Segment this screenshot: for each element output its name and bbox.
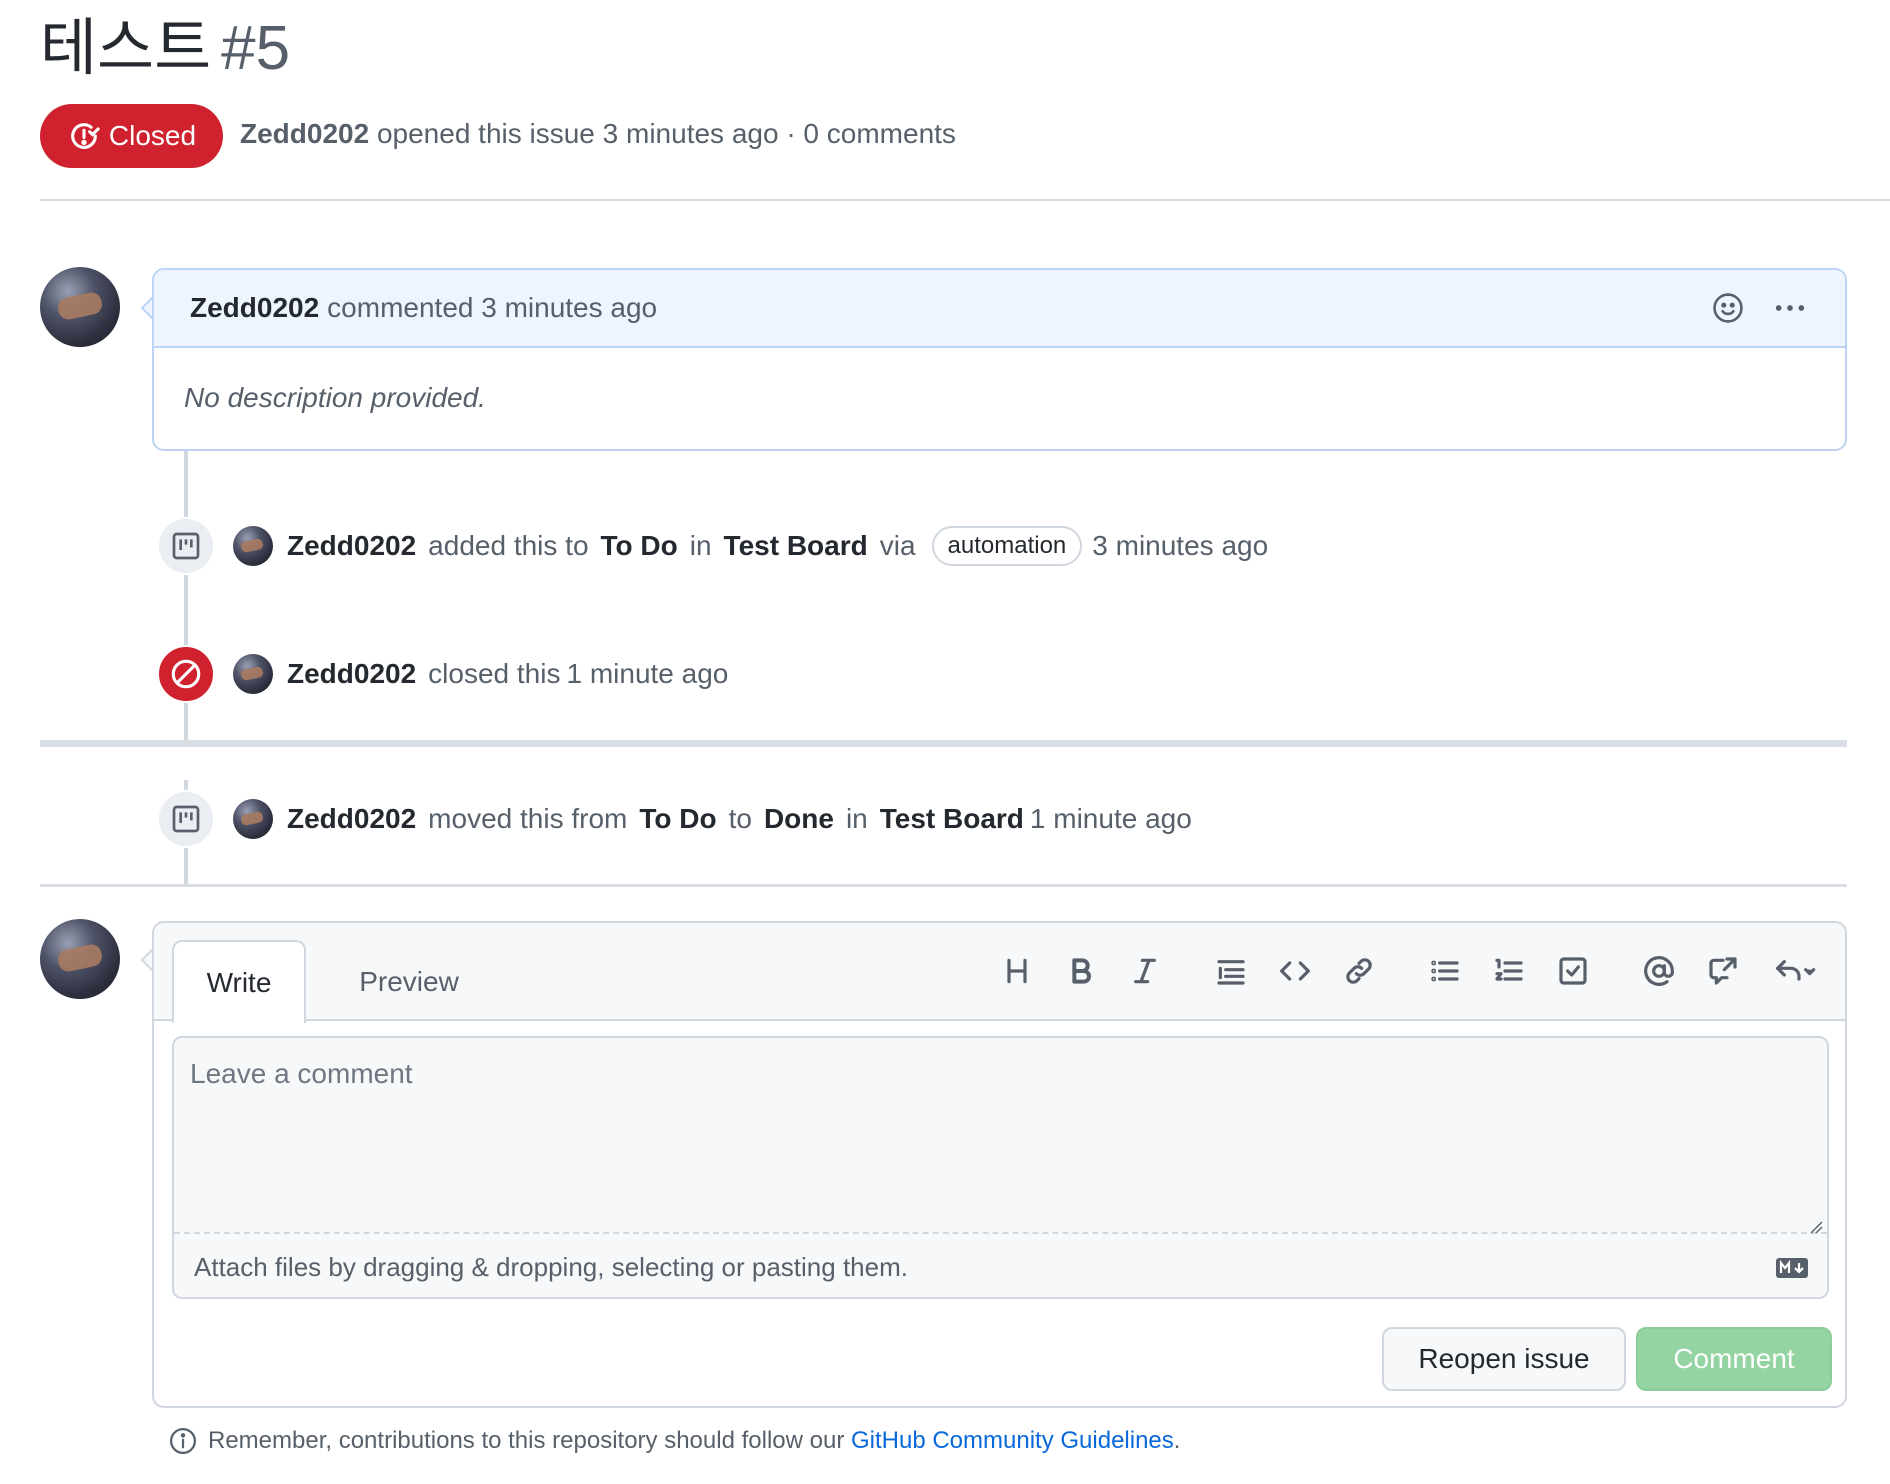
guidelines-prefix: Remember, contributions to this reposito… [208, 1427, 845, 1454]
code-icon[interactable] [1275, 951, 1315, 991]
column-link[interactable]: To Do [601, 530, 678, 562]
column-link[interactable]: Done [764, 803, 834, 835]
header-divider [40, 199, 1890, 201]
cross-reference-icon[interactable] [1703, 951, 1743, 991]
task-list-icon[interactable] [1553, 951, 1593, 991]
avatar[interactable] [40, 919, 120, 999]
event-time[interactable]: 3 minutes ago [1092, 530, 1268, 562]
avatar[interactable] [233, 799, 273, 839]
automation-badge: automation [931, 526, 1083, 566]
unordered-list-icon[interactable] [1425, 951, 1465, 991]
ordered-list-icon[interactable] [1489, 951, 1529, 991]
event-text: closed this [428, 658, 561, 689]
issue-author-link[interactable]: Zedd0202 [240, 118, 369, 149]
heading-icon[interactable] [997, 951, 1037, 991]
comment-header: Zedd0202 commented 3 minutes ago [154, 270, 1845, 348]
kebab-menu-icon[interactable] [1771, 291, 1809, 325]
comment-submit-button[interactable]: Comment [1636, 1327, 1832, 1391]
issue-title-text: 테스트 [40, 11, 212, 84]
comment-action-text: commented 3 minutes ago [327, 292, 658, 323]
reply-icon[interactable] [1767, 951, 1823, 991]
event-text: moved this from [428, 803, 628, 834]
bold-icon[interactable] [1061, 951, 1101, 991]
avatar[interactable] [40, 267, 120, 347]
markdown-icon[interactable] [1775, 1257, 1809, 1279]
attach-files-text[interactable]: Attach files by dragging & dropping, sel… [194, 1252, 908, 1283]
state-badge: Closed [40, 104, 223, 168]
state-label: Closed [108, 120, 197, 151]
timeline-end-divider [40, 884, 1847, 887]
comment-editor: Write Preview Leave a comment Attach fil… [152, 921, 1847, 1408]
event-text: via [879, 530, 916, 561]
avatar[interactable] [233, 654, 273, 694]
event-text: in [689, 530, 712, 561]
markdown-toolbar [973, 951, 1823, 991]
issue-meta: Zedd0202 opened this issue 3 minutes ago… [240, 118, 956, 150]
comment-box: Zedd0202 commented 3 minutes ago No desc… [152, 268, 1847, 451]
issue-number: #5 [221, 14, 291, 83]
resize-handle-icon[interactable] [1809, 1220, 1823, 1234]
issue-closed-icon [71, 123, 100, 149]
project-icon [172, 532, 200, 560]
comment-body: No description provided. [184, 382, 486, 413]
project-icon-badge [157, 517, 215, 575]
event-author-link[interactable]: Zedd0202 [287, 658, 416, 690]
timeline-event-added: Zedd0202 added this to To Do in Test Boa… [157, 517, 1268, 575]
timeline-event-moved: Zedd0202 moved this from To Do to Done i… [157, 790, 1192, 848]
project-icon-badge [157, 790, 215, 848]
link-icon[interactable] [1339, 951, 1379, 991]
event-time[interactable]: 1 minute ago [1030, 803, 1192, 835]
avatar[interactable] [233, 526, 273, 566]
tab-write[interactable]: Write [172, 940, 306, 1023]
event-text: to [728, 803, 752, 834]
italic-icon[interactable] [1125, 951, 1165, 991]
tab-preview[interactable]: Preview [344, 940, 474, 1023]
guidelines-suffix: . [1173, 1427, 1181, 1454]
issue-opened-text: opened this issue 3 minutes ago · 0 comm… [376, 118, 956, 149]
comment-textarea[interactable] [174, 1038, 1827, 1234]
project-board-link[interactable]: Test Board [724, 530, 868, 562]
event-author-link[interactable]: Zedd0202 [287, 530, 416, 562]
smiley-icon[interactable] [1711, 291, 1745, 325]
project-icon [172, 805, 200, 833]
editor-tabs-bar: Write Preview [154, 923, 1845, 1023]
timeline-break [40, 740, 1847, 747]
event-author-link[interactable]: Zedd0202 [287, 803, 416, 835]
issue-title: 테스트 #5 [40, 10, 290, 87]
comment-author-link[interactable]: Zedd0202 [190, 292, 319, 324]
event-time[interactable]: 1 minute ago [566, 658, 728, 690]
mention-icon[interactable] [1639, 951, 1679, 991]
project-board-link[interactable]: Test Board [880, 803, 1024, 835]
timeline-event-closed: Zedd0202 closed this 1 minute ago [157, 645, 728, 703]
quote-icon[interactable] [1211, 951, 1251, 991]
event-text: in [845, 803, 868, 834]
event-text: added this to [428, 530, 589, 561]
closed-icon-badge [157, 645, 215, 703]
guidelines-note: Remember, contributions to this reposito… [168, 1426, 1180, 1456]
reopen-issue-button[interactable]: Reopen issue [1382, 1327, 1626, 1391]
community-guidelines-link[interactable]: GitHub Community Guidelines [851, 1427, 1174, 1454]
info-icon [170, 1428, 196, 1454]
comment-actions [1711, 291, 1809, 325]
column-link[interactable]: To Do [639, 803, 716, 835]
circle-slash-icon [171, 659, 201, 689]
comment-textarea-wrap: Attach files by dragging & dropping, sel… [172, 1036, 1829, 1299]
